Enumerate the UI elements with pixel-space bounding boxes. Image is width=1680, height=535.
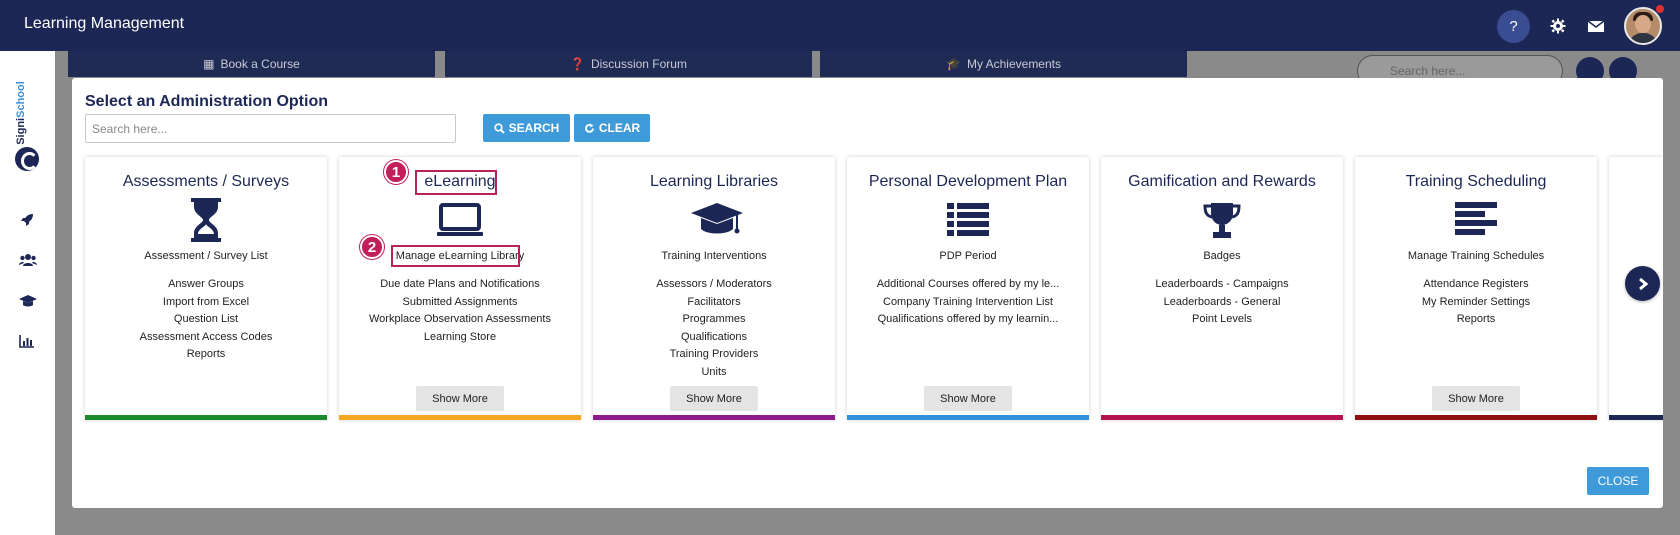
tab-my-achievements: 🎓 My Achievements <box>820 51 1187 77</box>
modal-title: Select an Administration Option <box>85 93 328 110</box>
show-more-button[interactable]: Show More <box>670 386 758 411</box>
show-more-button[interactable]: Show More <box>1432 386 1520 411</box>
card-link[interactable]: Workplace Observation Assessments <box>339 311 581 329</box>
clear-button[interactable]: CLEAR <box>574 114 650 142</box>
graduation-cap-icon <box>689 197 743 243</box>
card-main-link[interactable]: Manage Training Schedules <box>1355 250 1597 262</box>
close-button[interactable]: CLOSE <box>1587 467 1649 495</box>
show-more-button[interactable]: Show More <box>416 386 504 411</box>
app-title: Learning Management <box>24 15 185 32</box>
list-icon <box>943 197 993 243</box>
logo: SigniSchool <box>15 81 27 145</box>
card-link[interactable]: Question List <box>85 311 327 329</box>
card-main-link[interactable]: PDP Period <box>847 250 1089 262</box>
graduation-cap-icon[interactable] <box>19 294 37 312</box>
option-cards: Assessments / Surveys Assessment / Surve… <box>85 157 1663 420</box>
card-color-bar <box>339 415 581 420</box>
card-link[interactable]: Attendance Registers <box>1355 276 1597 294</box>
card-links: Attendance Registers My Reminder Setting… <box>1355 276 1597 329</box>
card-link[interactable]: Assessors / Moderators <box>593 276 835 294</box>
laptop-icon <box>435 197 485 243</box>
card-link[interactable]: Programmes <box>593 311 835 329</box>
search-button[interactable]: SEARCH <box>483 114 570 142</box>
card-link[interactable]: Assessment Access Codes <box>85 329 327 347</box>
card-color-bar <box>1101 415 1343 420</box>
top-navigation-bar: Learning Management ? <box>0 0 1680 51</box>
card-color-bar <box>1609 415 1663 420</box>
top-bar-actions: ? <box>1497 7 1662 45</box>
search-icon <box>494 122 505 134</box>
tab-book-a-course: ▦ Book a Course <box>68 51 435 77</box>
card-title: Assessments / Surveys <box>122 173 290 190</box>
card-link[interactable]: Reports <box>85 346 327 364</box>
card-link[interactable]: Units <box>593 364 835 382</box>
card-training-scheduling: Training Scheduling Manage Training Sche… <box>1355 157 1597 420</box>
card-link[interactable]: Learning Store <box>339 329 581 347</box>
search-input[interactable] <box>85 114 456 143</box>
card-assessments-surveys: Assessments / Surveys Assessment / Surve… <box>85 157 327 420</box>
trophy-icon <box>1197 197 1247 243</box>
card-title: Training Scheduling <box>1405 173 1547 190</box>
card-link[interactable]: Import from Excel <box>85 294 327 312</box>
card-link[interactable]: Point Levels <box>1101 311 1343 329</box>
bar-chart-icon[interactable] <box>19 334 37 352</box>
card-learning-libraries: Learning Libraries Training Intervention… <box>593 157 835 420</box>
card-main-link[interactable]: Assessment / Survey List <box>85 250 327 262</box>
card-title: Gamification and Rewards <box>1128 173 1316 190</box>
card-link[interactable]: Qualifications <box>593 329 835 347</box>
card-links: Leaderboards - Campaigns Leaderboards - … <box>1101 276 1343 329</box>
gear-icon[interactable] <box>1548 16 1568 36</box>
card-color-bar <box>85 415 327 420</box>
card-link[interactable]: Leaderboards - Campaigns <box>1101 276 1343 294</box>
card-link[interactable]: Qualifications offered by my learnin... <box>847 311 1089 329</box>
left-sidebar: SigniSchool <box>0 51 55 535</box>
card-link[interactable]: Facilitators <box>593 294 835 312</box>
card-link[interactable]: Training Providers <box>593 346 835 364</box>
hourglass-icon <box>181 197 231 243</box>
card-link[interactable]: Additional Courses offered by my le... <box>847 276 1089 294</box>
card-link[interactable]: Company Training Intervention List <box>847 294 1089 312</box>
card-title: Learning Libraries <box>649 173 779 190</box>
refresh-icon <box>584 123 594 133</box>
notification-dot <box>1656 5 1664 13</box>
administration-options-modal: Select an Administration Option SEARCH C… <box>72 78 1663 508</box>
card-elearning: eLearning Manage eLearning Library Due d… <box>339 157 581 420</box>
card-main-link[interactable]: Training Interventions <box>593 250 835 262</box>
card-link[interactable]: Due date Plans and Notifications <box>339 276 581 294</box>
card-link[interactable]: Reports <box>1355 311 1597 329</box>
users-icon[interactable] <box>19 253 37 271</box>
card-links: Assessors / Moderators Facilitators Prog… <box>593 276 835 381</box>
question-circle-icon: ❓ <box>570 57 585 71</box>
card-link[interactable]: Leaderboards - General <box>1101 294 1343 312</box>
avatar[interactable] <box>1624 7 1662 45</box>
chevron-right-icon <box>1638 277 1648 290</box>
calendar-icon: ▦ <box>203 57 215 71</box>
card-link[interactable]: Submitted Assignments <box>339 294 581 312</box>
card-color-bar <box>1355 415 1597 420</box>
card-color-bar <box>593 415 835 420</box>
rocket-icon[interactable] <box>19 212 37 230</box>
tab-discussion-forum: ❓ Discussion Forum <box>445 51 812 77</box>
highlight-elearning-title <box>415 170 497 195</box>
graduation-cap-icon: 🎓 <box>946 57 961 71</box>
card-color-bar <box>847 415 1089 420</box>
card-gamification-and-rewards: Gamification and Rewards Badges Leaderbo… <box>1101 157 1343 420</box>
card-personal-development-plan: Personal Development Plan PDP Period Add… <box>847 157 1089 420</box>
card-links: Answer Groups Import from Excel Question… <box>85 276 327 364</box>
card-links: Additional Courses offered by my le... C… <box>847 276 1089 329</box>
step-badge-1: 1 <box>384 160 408 184</box>
next-arrow-button[interactable] <box>1625 266 1660 301</box>
step-badge-2: 2 <box>360 235 384 259</box>
card-link[interactable]: My Reminder Settings <box>1355 294 1597 312</box>
highlight-manage-elearning-library <box>391 245 520 267</box>
help-button[interactable]: ? <box>1497 9 1530 43</box>
card-title: Personal Development Plan <box>868 173 1068 190</box>
card-main-link[interactable]: Badges <box>1101 250 1343 262</box>
card-link[interactable]: Answer Groups <box>85 276 327 294</box>
align-left-icon <box>1451 197 1501 243</box>
mail-icon[interactable] <box>1586 16 1606 36</box>
card-links: Due date Plans and Notifications Submitt… <box>339 276 581 346</box>
show-more-button[interactable]: Show More <box>924 386 1012 411</box>
logo-mark <box>15 147 39 171</box>
